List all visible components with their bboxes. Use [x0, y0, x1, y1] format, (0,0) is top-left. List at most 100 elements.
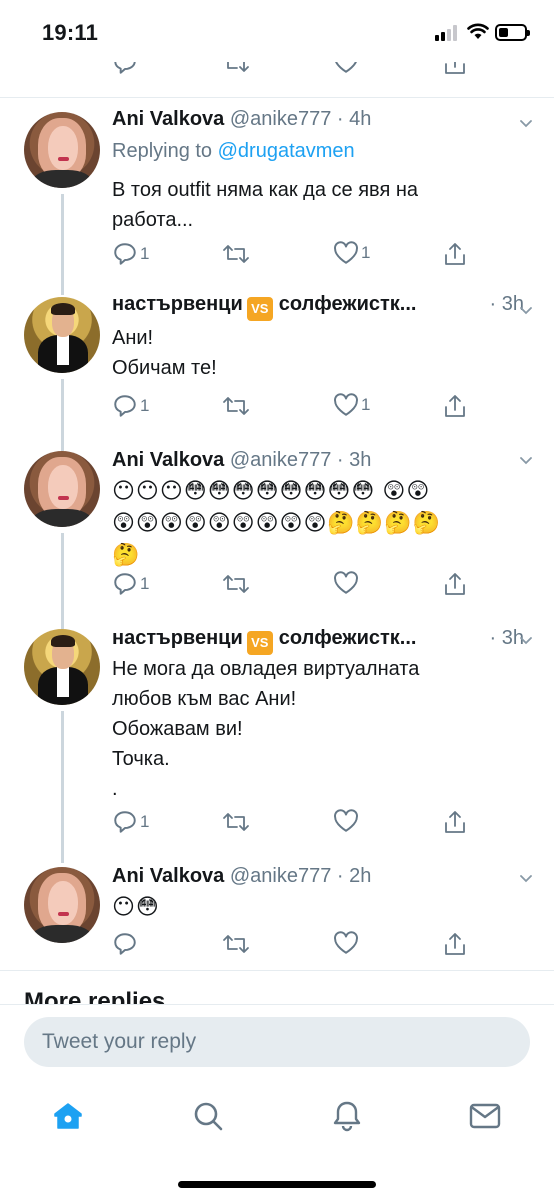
like-count: 1 [361, 243, 371, 262]
chevron-down-icon[interactable] [520, 457, 532, 465]
tweet-text: Ани! Обичам те! [112, 323, 532, 383]
reply-count: 1 [140, 396, 150, 415]
avatar[interactable] [24, 297, 100, 373]
tweet-4[interactable]: настървенци VS солфежистк... · 3h Не мога … [0, 617, 554, 863]
search-icon [194, 1102, 223, 1131]
like-button[interactable] [333, 809, 359, 833]
tweet-text: 😶😳 [112, 891, 522, 923]
like-button[interactable] [333, 931, 359, 955]
retweet-button[interactable] [222, 393, 250, 419]
author-name[interactable]: Ani Valkova [112, 449, 224, 471]
reply-button[interactable]: 1 [112, 241, 149, 267]
tweet-actions: 1 [112, 571, 512, 601]
reply-button[interactable]: 1 [112, 809, 149, 835]
tweet-5[interactable]: Ani Valkova @anike777 · 2h 😶😳 [0, 863, 554, 971]
vs-badge: VS [246, 631, 273, 655]
share-icon [445, 395, 465, 417]
chevron-down-icon[interactable] [520, 637, 532, 645]
avatar[interactable] [24, 112, 100, 188]
reply-button[interactable]: 1 [112, 571, 149, 597]
tweet-text-line: работа... [112, 209, 194, 231]
reply-icon [114, 243, 136, 265]
reply-button[interactable]: 1 [112, 393, 149, 419]
tweet-reply-input[interactable] [24, 1017, 530, 1067]
replying-mention[interactable]: @drugatavmen [218, 140, 355, 162]
share-button[interactable] [443, 571, 467, 597]
tweet-time: · 3h [336, 449, 372, 471]
tweet-time: · 2h [336, 865, 372, 887]
notifications-icon [333, 1101, 361, 1132]
tweet-text-line: В тоя outfit няма как да се явя на [112, 179, 418, 201]
reply-icon [114, 395, 136, 417]
thread-line [61, 533, 64, 617]
heart-icon [334, 809, 358, 832]
reply-icon [114, 811, 136, 833]
tweet-text-line: Не мога да овладея виртуалната [112, 658, 420, 680]
retweet-icon [223, 245, 249, 263]
share-button[interactable] [443, 241, 467, 267]
avatar[interactable] [24, 629, 100, 705]
wifi-icon [467, 23, 489, 39]
chevron-down-icon[interactable] [520, 875, 532, 883]
author-handle[interactable]: @anike777 [230, 865, 331, 887]
tweet-actions: 1 [112, 809, 512, 839]
retweet-button[interactable] [222, 931, 250, 957]
retweet-button[interactable] [222, 571, 250, 597]
tweet-actions: 1 1 [112, 241, 512, 271]
retweet-button[interactable] [222, 241, 250, 267]
reply-icon [114, 933, 136, 955]
share-button[interactable] [443, 931, 467, 957]
author-handle[interactable]: @anike777 [230, 108, 331, 130]
author-name[interactable]: настървенци [112, 627, 243, 649]
author-name-continued[interactable]: солфежистк... [279, 627, 417, 649]
avatar[interactable] [24, 451, 100, 527]
share-icon[interactable] [443, 62, 467, 76]
reply-bar [0, 1004, 554, 1078]
retweet-button[interactable] [222, 809, 250, 835]
author-name[interactable]: Ani Valkova [112, 108, 224, 130]
tweet-3[interactable]: Ani Valkova @anike777 · 3h 😶😶😶😳😳😳😳😳😳😳😳 😲… [0, 445, 554, 617]
tweet-2[interactable]: настървенци VS солфежистк... · 3h Ани! Оби… [0, 283, 554, 445]
tweet-text-line: Обожавам ви! [112, 718, 243, 740]
reply-button[interactable] [112, 931, 138, 957]
author-handle[interactable]: @anike777 [230, 449, 331, 471]
share-icon [445, 573, 465, 595]
tweet-1[interactable]: Ani Valkova @anike777 · 4h Replying to @… [0, 98, 554, 283]
reply-icon [114, 573, 136, 595]
reply-icon[interactable] [112, 62, 138, 76]
tab-home[interactable] [48, 1096, 88, 1136]
tweet-time: · 3h [489, 627, 524, 649]
like-button[interactable] [333, 571, 359, 595]
status-bar: 19:11 [0, 0, 554, 62]
share-button[interactable] [443, 393, 467, 419]
tab-search[interactable] [188, 1096, 228, 1136]
reply-count: 1 [140, 812, 150, 831]
chevron-down-icon[interactable] [520, 307, 532, 315]
like-icon[interactable] [333, 62, 359, 74]
share-button[interactable] [443, 809, 467, 835]
more-replies-heading[interactable]: More replies [24, 988, 324, 1004]
tweet-emoji-line: 😶😳 [112, 894, 160, 919]
tweet-actions: 1 1 [112, 393, 512, 423]
tweet-text: 😶😶😶😳😳😳😳😳😳😳😳 😲😲 😲😲😲😲😲😲😲😲😲🤔🤔🤔🤔 🤔 [112, 475, 522, 571]
heart-icon [334, 571, 358, 594]
chevron-down-icon[interactable] [520, 120, 532, 128]
retweet-icon[interactable] [222, 62, 250, 76]
like-button[interactable]: 1 [333, 393, 370, 417]
home-indicator[interactable] [178, 1181, 376, 1188]
tweet-header: Ani Valkova @anike777 · 4h [112, 108, 524, 134]
tweet-emoji-line: 😲😲😲😲😲😲😲😲😲🤔🤔🤔🤔 [112, 510, 441, 535]
avatar[interactable] [24, 867, 100, 943]
author-name[interactable]: Ani Valkova [112, 865, 224, 887]
messages-icon [469, 1103, 501, 1129]
tab-notifications[interactable] [327, 1096, 367, 1136]
retweet-icon [223, 813, 249, 831]
retweet-icon [223, 935, 249, 953]
author-name-continued[interactable]: солфежистк... [279, 293, 417, 315]
heart-icon [334, 931, 358, 954]
like-button[interactable]: 1 [333, 241, 370, 265]
author-name[interactable]: настървенци [112, 293, 243, 315]
tab-messages[interactable] [465, 1096, 505, 1136]
tweet-text: Не мога да овладея виртуалната любов към… [112, 654, 532, 804]
home-icon [54, 1103, 82, 1129]
